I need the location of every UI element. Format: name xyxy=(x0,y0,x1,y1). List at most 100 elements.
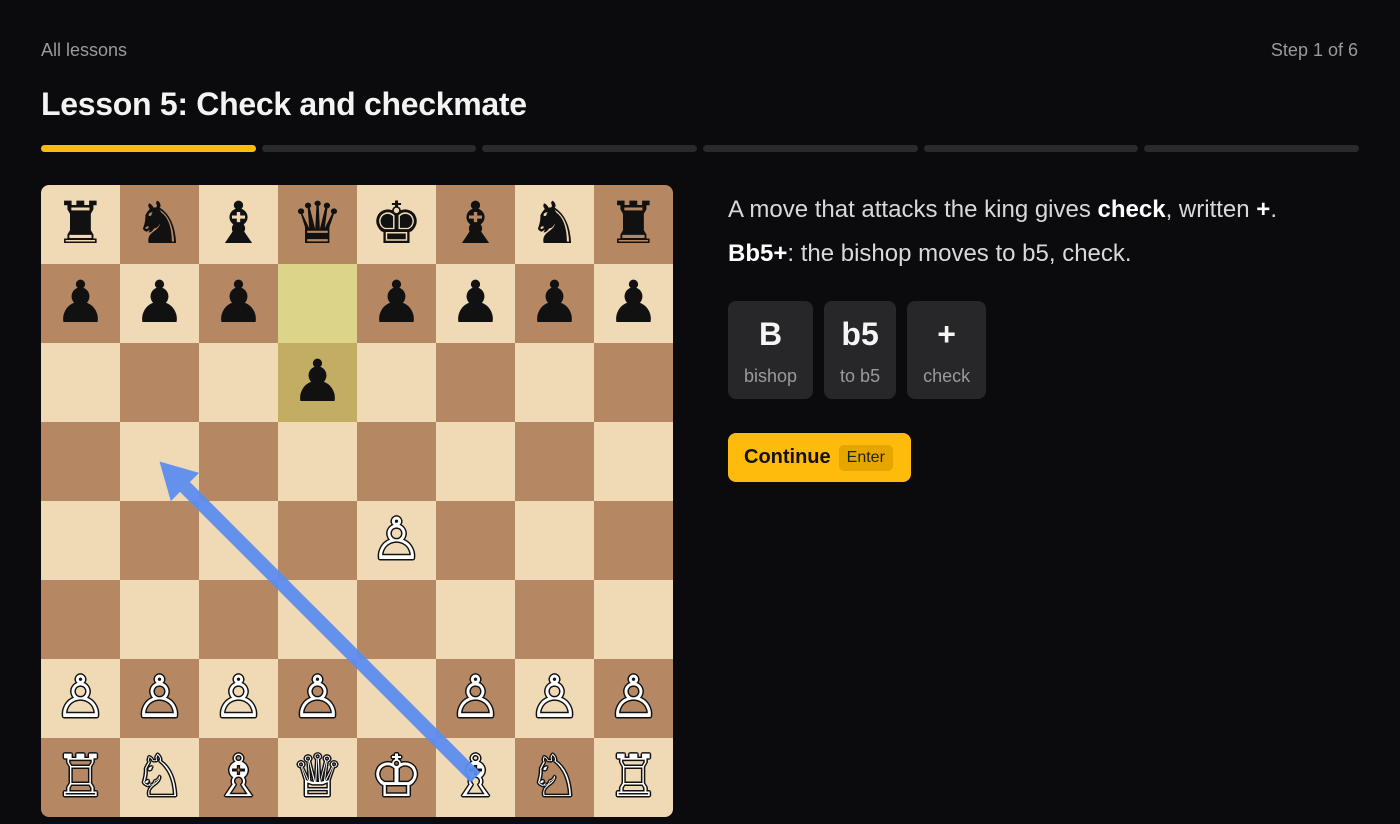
square-b5[interactable] xyxy=(120,422,199,501)
square-c4[interactable] xyxy=(199,501,278,580)
square-e7[interactable]: ♟ xyxy=(357,264,436,343)
square-c3[interactable] xyxy=(199,580,278,659)
square-d4[interactable] xyxy=(278,501,357,580)
black-piece[interactable]: ♟ xyxy=(450,273,502,331)
square-g8[interactable]: ♞ xyxy=(515,185,594,264)
white-piece[interactable]: ♔ xyxy=(371,747,423,805)
black-piece[interactable]: ♞ xyxy=(134,194,186,252)
square-c6[interactable] xyxy=(199,343,278,422)
black-piece[interactable]: ♝ xyxy=(450,194,502,252)
white-piece[interactable]: ♖ xyxy=(608,747,660,805)
square-d5[interactable] xyxy=(278,422,357,501)
square-c8[interactable]: ♝ xyxy=(199,185,278,264)
white-piece[interactable]: ♘ xyxy=(134,747,186,805)
square-f4[interactable] xyxy=(436,501,515,580)
square-e4[interactable]: ♙ xyxy=(357,501,436,580)
white-piece[interactable]: ♙ xyxy=(371,510,423,568)
white-piece[interactable]: ♙ xyxy=(292,668,344,726)
lesson-progress-bar xyxy=(41,145,1360,152)
square-b3[interactable] xyxy=(120,580,199,659)
white-piece[interactable]: ♙ xyxy=(608,668,660,726)
all-lessons-link[interactable]: All lessons xyxy=(41,40,127,61)
square-a2[interactable]: ♙ xyxy=(41,659,120,738)
square-g2[interactable]: ♙ xyxy=(515,659,594,738)
white-piece[interactable]: ♗ xyxy=(450,747,502,805)
square-g3[interactable] xyxy=(515,580,594,659)
white-piece[interactable]: ♕ xyxy=(292,747,344,805)
square-g7[interactable]: ♟ xyxy=(515,264,594,343)
square-e5[interactable] xyxy=(357,422,436,501)
white-piece[interactable]: ♖ xyxy=(55,747,107,805)
square-b8[interactable]: ♞ xyxy=(120,185,199,264)
square-f6[interactable] xyxy=(436,343,515,422)
square-b1[interactable]: ♘ xyxy=(120,738,199,817)
square-a6[interactable] xyxy=(41,343,120,422)
square-h6[interactable] xyxy=(594,343,673,422)
black-piece[interactable]: ♟ xyxy=(55,273,107,331)
square-c5[interactable] xyxy=(199,422,278,501)
square-g5[interactable] xyxy=(515,422,594,501)
square-a8[interactable]: ♜ xyxy=(41,185,120,264)
black-piece[interactable]: ♟ xyxy=(134,273,186,331)
black-piece[interactable]: ♜ xyxy=(55,194,107,252)
white-piece[interactable]: ♗ xyxy=(213,747,265,805)
square-e3[interactable] xyxy=(357,580,436,659)
square-g1[interactable]: ♘ xyxy=(515,738,594,817)
square-h7[interactable]: ♟ xyxy=(594,264,673,343)
square-a5[interactable] xyxy=(41,422,120,501)
square-a4[interactable] xyxy=(41,501,120,580)
square-d6[interactable]: ♟ xyxy=(278,343,357,422)
black-piece[interactable]: ♟ xyxy=(371,273,423,331)
square-h3[interactable] xyxy=(594,580,673,659)
square-h4[interactable] xyxy=(594,501,673,580)
square-f5[interactable] xyxy=(436,422,515,501)
black-piece[interactable]: ♟ xyxy=(292,352,344,410)
square-e8[interactable]: ♚ xyxy=(357,185,436,264)
square-c1[interactable]: ♗ xyxy=(199,738,278,817)
square-a7[interactable]: ♟ xyxy=(41,264,120,343)
square-e6[interactable] xyxy=(357,343,436,422)
white-piece[interactable]: ♙ xyxy=(55,668,107,726)
square-a3[interactable] xyxy=(41,580,120,659)
white-piece[interactable]: ♙ xyxy=(213,668,265,726)
black-piece[interactable]: ♛ xyxy=(292,194,344,252)
square-g6[interactable] xyxy=(515,343,594,422)
square-c7[interactable]: ♟ xyxy=(199,264,278,343)
square-f1[interactable]: ♗ xyxy=(436,738,515,817)
black-piece[interactable]: ♚ xyxy=(371,194,423,252)
square-f8[interactable]: ♝ xyxy=(436,185,515,264)
square-f7[interactable]: ♟ xyxy=(436,264,515,343)
square-g4[interactable] xyxy=(515,501,594,580)
square-d8[interactable]: ♛ xyxy=(278,185,357,264)
black-piece[interactable]: ♜ xyxy=(608,194,660,252)
square-a1[interactable]: ♖ xyxy=(41,738,120,817)
square-h2[interactable]: ♙ xyxy=(594,659,673,738)
black-piece[interactable]: ♟ xyxy=(608,273,660,331)
white-piece[interactable]: ♙ xyxy=(450,668,502,726)
white-piece[interactable]: ♙ xyxy=(529,668,581,726)
square-f2[interactable]: ♙ xyxy=(436,659,515,738)
black-piece[interactable]: ♞ xyxy=(529,194,581,252)
square-h1[interactable]: ♖ xyxy=(594,738,673,817)
square-d2[interactable]: ♙ xyxy=(278,659,357,738)
white-piece[interactable]: ♙ xyxy=(134,668,186,726)
square-h8[interactable]: ♜ xyxy=(594,185,673,264)
square-e2[interactable] xyxy=(357,659,436,738)
square-d3[interactable] xyxy=(278,580,357,659)
square-d1[interactable]: ♕ xyxy=(278,738,357,817)
square-b4[interactable] xyxy=(120,501,199,580)
square-h5[interactable] xyxy=(594,422,673,501)
square-b2[interactable]: ♙ xyxy=(120,659,199,738)
continue-button[interactable]: Continue Enter xyxy=(728,433,911,482)
square-d7[interactable] xyxy=(278,264,357,343)
chess-board[interactable]: ♜ ♞ ♝ ♛ ♚ ♝ ♞ ♜ ♟ ♟ ♟ ♟ ♟ ♟ ♟ ♟ ♙ ♙ ♙ ♙ ♙ ♙ ♙ ♙ ♖ ♘ ♗ ♕ ♔ ♗ ♘ ♖ xyxy=(41,185,673,817)
square-f3[interactable] xyxy=(436,580,515,659)
black-piece[interactable]: ♟ xyxy=(529,273,581,331)
black-piece[interactable]: ♝ xyxy=(213,194,265,252)
square-c2[interactable]: ♙ xyxy=(199,659,278,738)
white-piece[interactable]: ♘ xyxy=(529,747,581,805)
square-e1[interactable]: ♔ xyxy=(357,738,436,817)
square-b6[interactable] xyxy=(120,343,199,422)
square-b7[interactable]: ♟ xyxy=(120,264,199,343)
black-piece[interactable]: ♟ xyxy=(213,273,265,331)
